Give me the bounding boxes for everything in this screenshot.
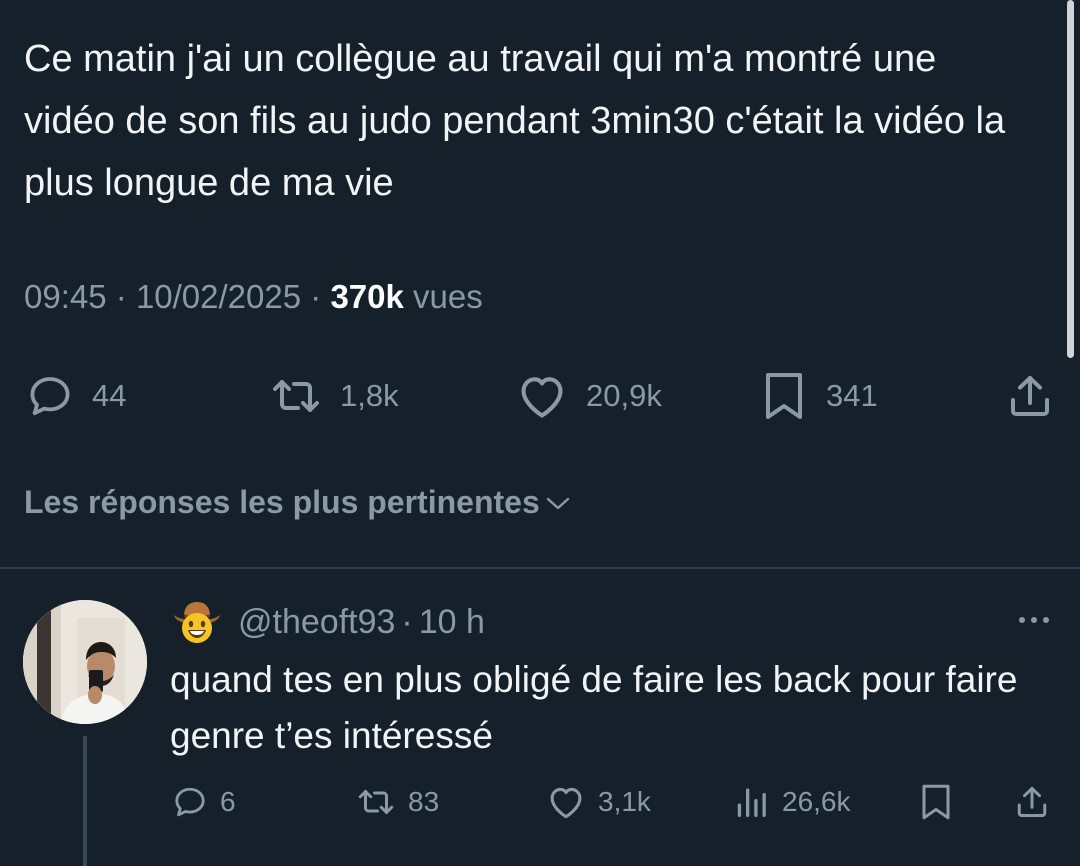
tweet-time: 09:45 [24,278,107,315]
retweet-button[interactable]: 1,8k [270,368,399,424]
bookmark-icon [766,373,802,419]
bookmark-icon [922,784,950,820]
views-label: vues [413,278,483,315]
retweet-icon [358,790,394,814]
section-divider [0,567,1080,569]
reply-retweet-button[interactable]: 83 [356,778,439,826]
heart-icon [521,377,563,418]
reply-header: @theoft93 · 10 h [172,596,485,648]
reply-views-count: 26,6k [782,786,851,817]
views-count: 370k [330,278,404,315]
share-button[interactable] [1006,368,1054,424]
share-icon [1011,376,1049,416]
like-button[interactable]: 20,9k [516,368,662,424]
retweet-icon [273,380,319,412]
reply-reply-count: 6 [220,786,236,817]
reply-icon [30,377,70,416]
more-icon[interactable] [1014,606,1054,634]
reply-reply-button[interactable]: 6 [172,778,236,826]
reply-time[interactable]: 10 h [419,603,485,642]
meta-separator: · [310,278,322,315]
reply-bookmark-button[interactable] [918,778,954,826]
header-separator: · [401,602,413,641]
reply-icon [175,787,205,817]
tweet-actions: 44 1,8k 20,9k 341 [0,368,1080,424]
avatar[interactable] [23,600,147,724]
reply-retweet-count: 83 [408,786,440,817]
meta-separator: · [115,278,127,315]
retweet-count: 1,8k [340,378,399,413]
reply-handle[interactable]: @theoft93 [238,603,395,642]
tweet-text: Ce matin j'ai un collègue au travail qui… [24,38,1006,204]
analytics-icon [737,788,766,817]
like-count: 20,9k [586,378,662,413]
replies-sort-dropdown[interactable]: Les réponses les plus pertinentes [24,484,572,521]
reply-like-button[interactable]: 3,1k [546,778,651,826]
bookmark-count: 341 [826,378,878,413]
cowboy-emoji-icon [174,602,220,643]
reply-button[interactable]: 44 [26,368,126,424]
reply-count: 44 [92,378,127,413]
replies-sort-label: Les réponses les plus pertinentes [24,484,540,520]
tweet-meta: 09:45 · 10/02/2025 · 370k vues [24,278,483,316]
reply-text: quand tes en plus obligé de faire les ba… [170,659,1018,756]
share-icon [1017,787,1047,817]
heart-icon [550,787,582,819]
reply-views-button[interactable]: 26,6k [734,778,851,826]
scrollbar[interactable] [1067,0,1074,358]
tweet-date: 10/02/2025 [135,278,302,315]
reply-like-count: 3,1k [598,786,651,817]
reply-actions: 6 83 3,1k 26,6k [0,778,1080,826]
chevron-down-icon [546,497,569,509]
reply-share-button[interactable] [1014,778,1050,826]
bookmark-button[interactable]: 341 [760,368,878,424]
